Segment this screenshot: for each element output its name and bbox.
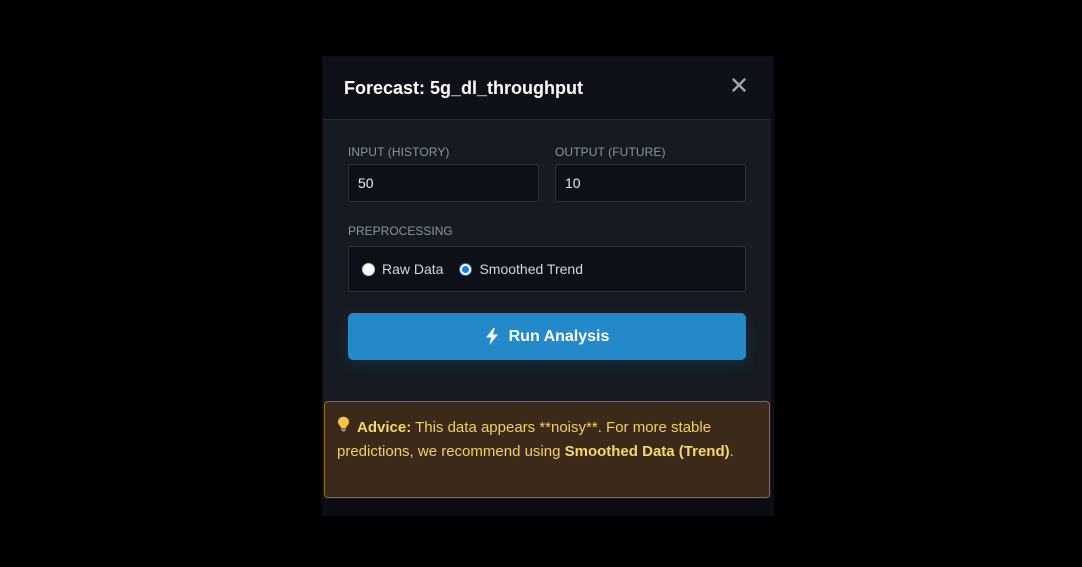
radio-raw-data-label: Raw Data <box>382 261 444 277</box>
input-history-field[interactable] <box>348 164 539 202</box>
advice-text-end: . <box>729 443 734 460</box>
input-field-group: INPUT (HISTORY) <box>348 145 539 202</box>
modal-header: Forecast: 5g_dl_throughput <box>323 57 771 120</box>
bolt-icon <box>485 328 498 345</box>
run-analysis-label: Run Analysis <box>508 327 610 345</box>
radio-unchecked-icon[interactable] <box>362 262 375 276</box>
close-button[interactable] <box>727 73 751 97</box>
radio-smoothed-trend[interactable]: Smoothed Trend <box>459 261 583 277</box>
window-row: INPUT (HISTORY) OUTPUT (FUTURE) <box>348 145 746 202</box>
lightbulb-icon <box>337 416 353 440</box>
run-analysis-button[interactable]: Run Analysis <box>348 313 746 360</box>
output-field-group: OUTPUT (FUTURE) <box>555 145 746 202</box>
modal-body: INPUT (HISTORY) OUTPUT (FUTURE) PREPROCE… <box>323 120 771 360</box>
close-icon <box>732 78 746 92</box>
radio-raw-data[interactable]: Raw Data <box>362 261 443 277</box>
preprocessing-radio-group: Raw Data Smoothed Trend <box>348 246 746 292</box>
preprocessing-label: PREPROCESSING <box>348 224 453 238</box>
modal-title: Forecast: 5g_dl_throughput <box>344 77 584 98</box>
advice-lead: Advice: <box>357 419 412 436</box>
output-future-label: OUTPUT (FUTURE) <box>555 145 666 159</box>
output-future-field[interactable] <box>555 164 746 202</box>
advice-banner: Advice: This data appears **noisy**. For… <box>324 401 770 498</box>
radio-checked-icon[interactable] <box>459 262 473 276</box>
input-history-label: INPUT (HISTORY) <box>348 145 450 159</box>
radio-smoothed-trend-label: Smoothed Trend <box>479 261 583 277</box>
advice-emphasis: Smoothed Data (Trend) <box>564 443 730 460</box>
